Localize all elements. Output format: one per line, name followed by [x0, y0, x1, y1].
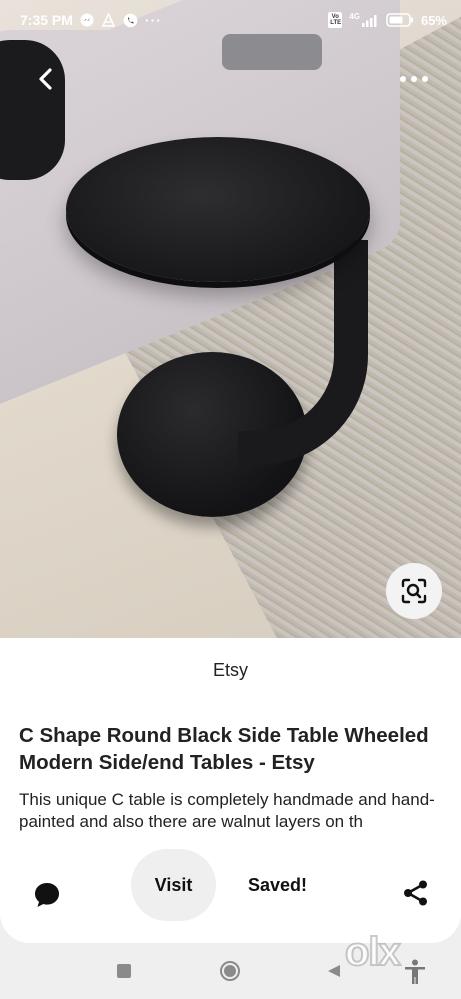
battery-percent: 65%: [420, 12, 447, 28]
status-right: Vo LTE 4G 65%: [328, 12, 447, 28]
visual-search-button[interactable]: [386, 563, 442, 619]
status-left: 7:35 PM ···: [20, 12, 162, 28]
network-label: 4G: [349, 11, 360, 21]
olx-watermark: olx: [344, 929, 402, 975]
visit-button[interactable]: Visit: [131, 849, 216, 921]
triangle-back-icon: [328, 965, 340, 977]
whatsapp-icon: [123, 13, 138, 27]
visual-search-icon: [401, 578, 427, 604]
dark-cushion: [0, 40, 65, 180]
pin-title: C Shape Round Black Side Table Wheeled M…: [19, 724, 429, 774]
messenger-icon: [80, 13, 94, 27]
status-time: 7:35 PM: [20, 12, 73, 28]
pin-image[interactable]: [0, 0, 461, 640]
pin-source[interactable]: Etsy: [0, 660, 461, 681]
battery-icon: [386, 13, 413, 27]
home-button[interactable]: [220, 961, 240, 981]
saved-button[interactable]: Saved!: [248, 875, 307, 896]
signal-icon: [361, 14, 377, 27]
more-notifications-icon: ···: [144, 12, 162, 28]
action-bar: Visit Saved!: [0, 849, 461, 921]
accessibility-button[interactable]: [404, 959, 426, 990]
share-button[interactable]: [402, 879, 430, 912]
pin-details-card: Etsy C Shape Round Black Side Table Whee…: [0, 638, 461, 943]
more-horizontal-icon: [400, 76, 406, 82]
back-button[interactable]: [30, 62, 60, 96]
comment-icon: [35, 883, 59, 907]
system-back-button[interactable]: [327, 964, 341, 983]
home-icon: [224, 965, 236, 977]
volte-badge: Vo LTE: [328, 12, 343, 28]
comment-button[interactable]: [33, 881, 61, 914]
vlc-icon: [101, 12, 116, 27]
table-top: [66, 137, 370, 282]
chevron-left-icon: [39, 68, 52, 90]
status-bar: 7:35 PM ··· Vo LTE 4G 65%: [0, 0, 461, 40]
pin-description: This unique C table is completely handma…: [19, 790, 435, 831]
share-icon: [404, 880, 427, 906]
more-options-button[interactable]: [392, 64, 436, 94]
accessibility-icon: [405, 959, 425, 984]
recent-apps-button[interactable]: [117, 964, 131, 978]
